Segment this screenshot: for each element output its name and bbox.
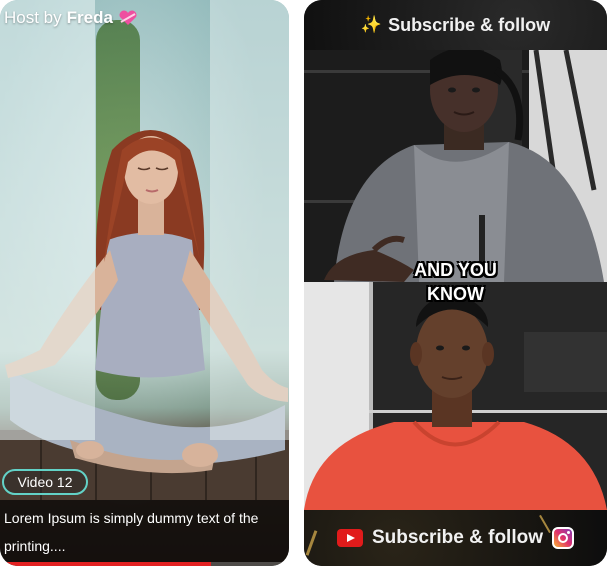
instagram-icon[interactable]	[552, 527, 575, 549]
upper-video-frame	[304, 50, 607, 282]
sheer-curtain-left	[0, 0, 95, 440]
heart-ribbon-icon	[119, 10, 137, 25]
host-label: Host by Freda	[4, 8, 138, 28]
video-caption: Lorem Ipsum is simply dummy text of the …	[0, 500, 289, 566]
overlay-caption-line1: AND YOU	[414, 260, 497, 280]
host-prefix: Host by	[4, 8, 62, 27]
video-card-meditation[interactable]: Host by Freda Video 12 Lorem Ipsum is si…	[0, 0, 289, 566]
sparkle-icon: ✨	[360, 15, 383, 34]
youtube-icon[interactable]	[336, 529, 363, 547]
lower-video-frame	[304, 282, 607, 510]
overlay-caption-line2: KNOW	[427, 284, 484, 304]
host-name[interactable]: Freda	[67, 8, 113, 28]
video-number-badge[interactable]: Video 12	[2, 469, 88, 495]
video-card-interview[interactable]: ✨ Subscribe & follow AND YOU KNOW Subscr…	[304, 0, 607, 566]
top-banner-text: Subscribe & follow	[388, 14, 551, 35]
video-progress-fill	[0, 562, 211, 566]
bottom-banner-text: Subscribe & follow	[371, 527, 544, 548]
sheer-curtain-right	[210, 0, 289, 440]
bottom-subscribe-banner[interactable]: Subscribe & follow	[304, 510, 607, 566]
video-progress-bar[interactable]	[0, 562, 289, 566]
overlay-caption: AND YOU KNOW	[304, 258, 607, 306]
gold-fleck	[305, 530, 318, 556]
man-grey-vest-illustration	[304, 50, 607, 282]
top-subscribe-banner[interactable]: ✨ Subscribe & follow	[304, 0, 607, 50]
man-red-shirt-illustration	[304, 282, 607, 510]
